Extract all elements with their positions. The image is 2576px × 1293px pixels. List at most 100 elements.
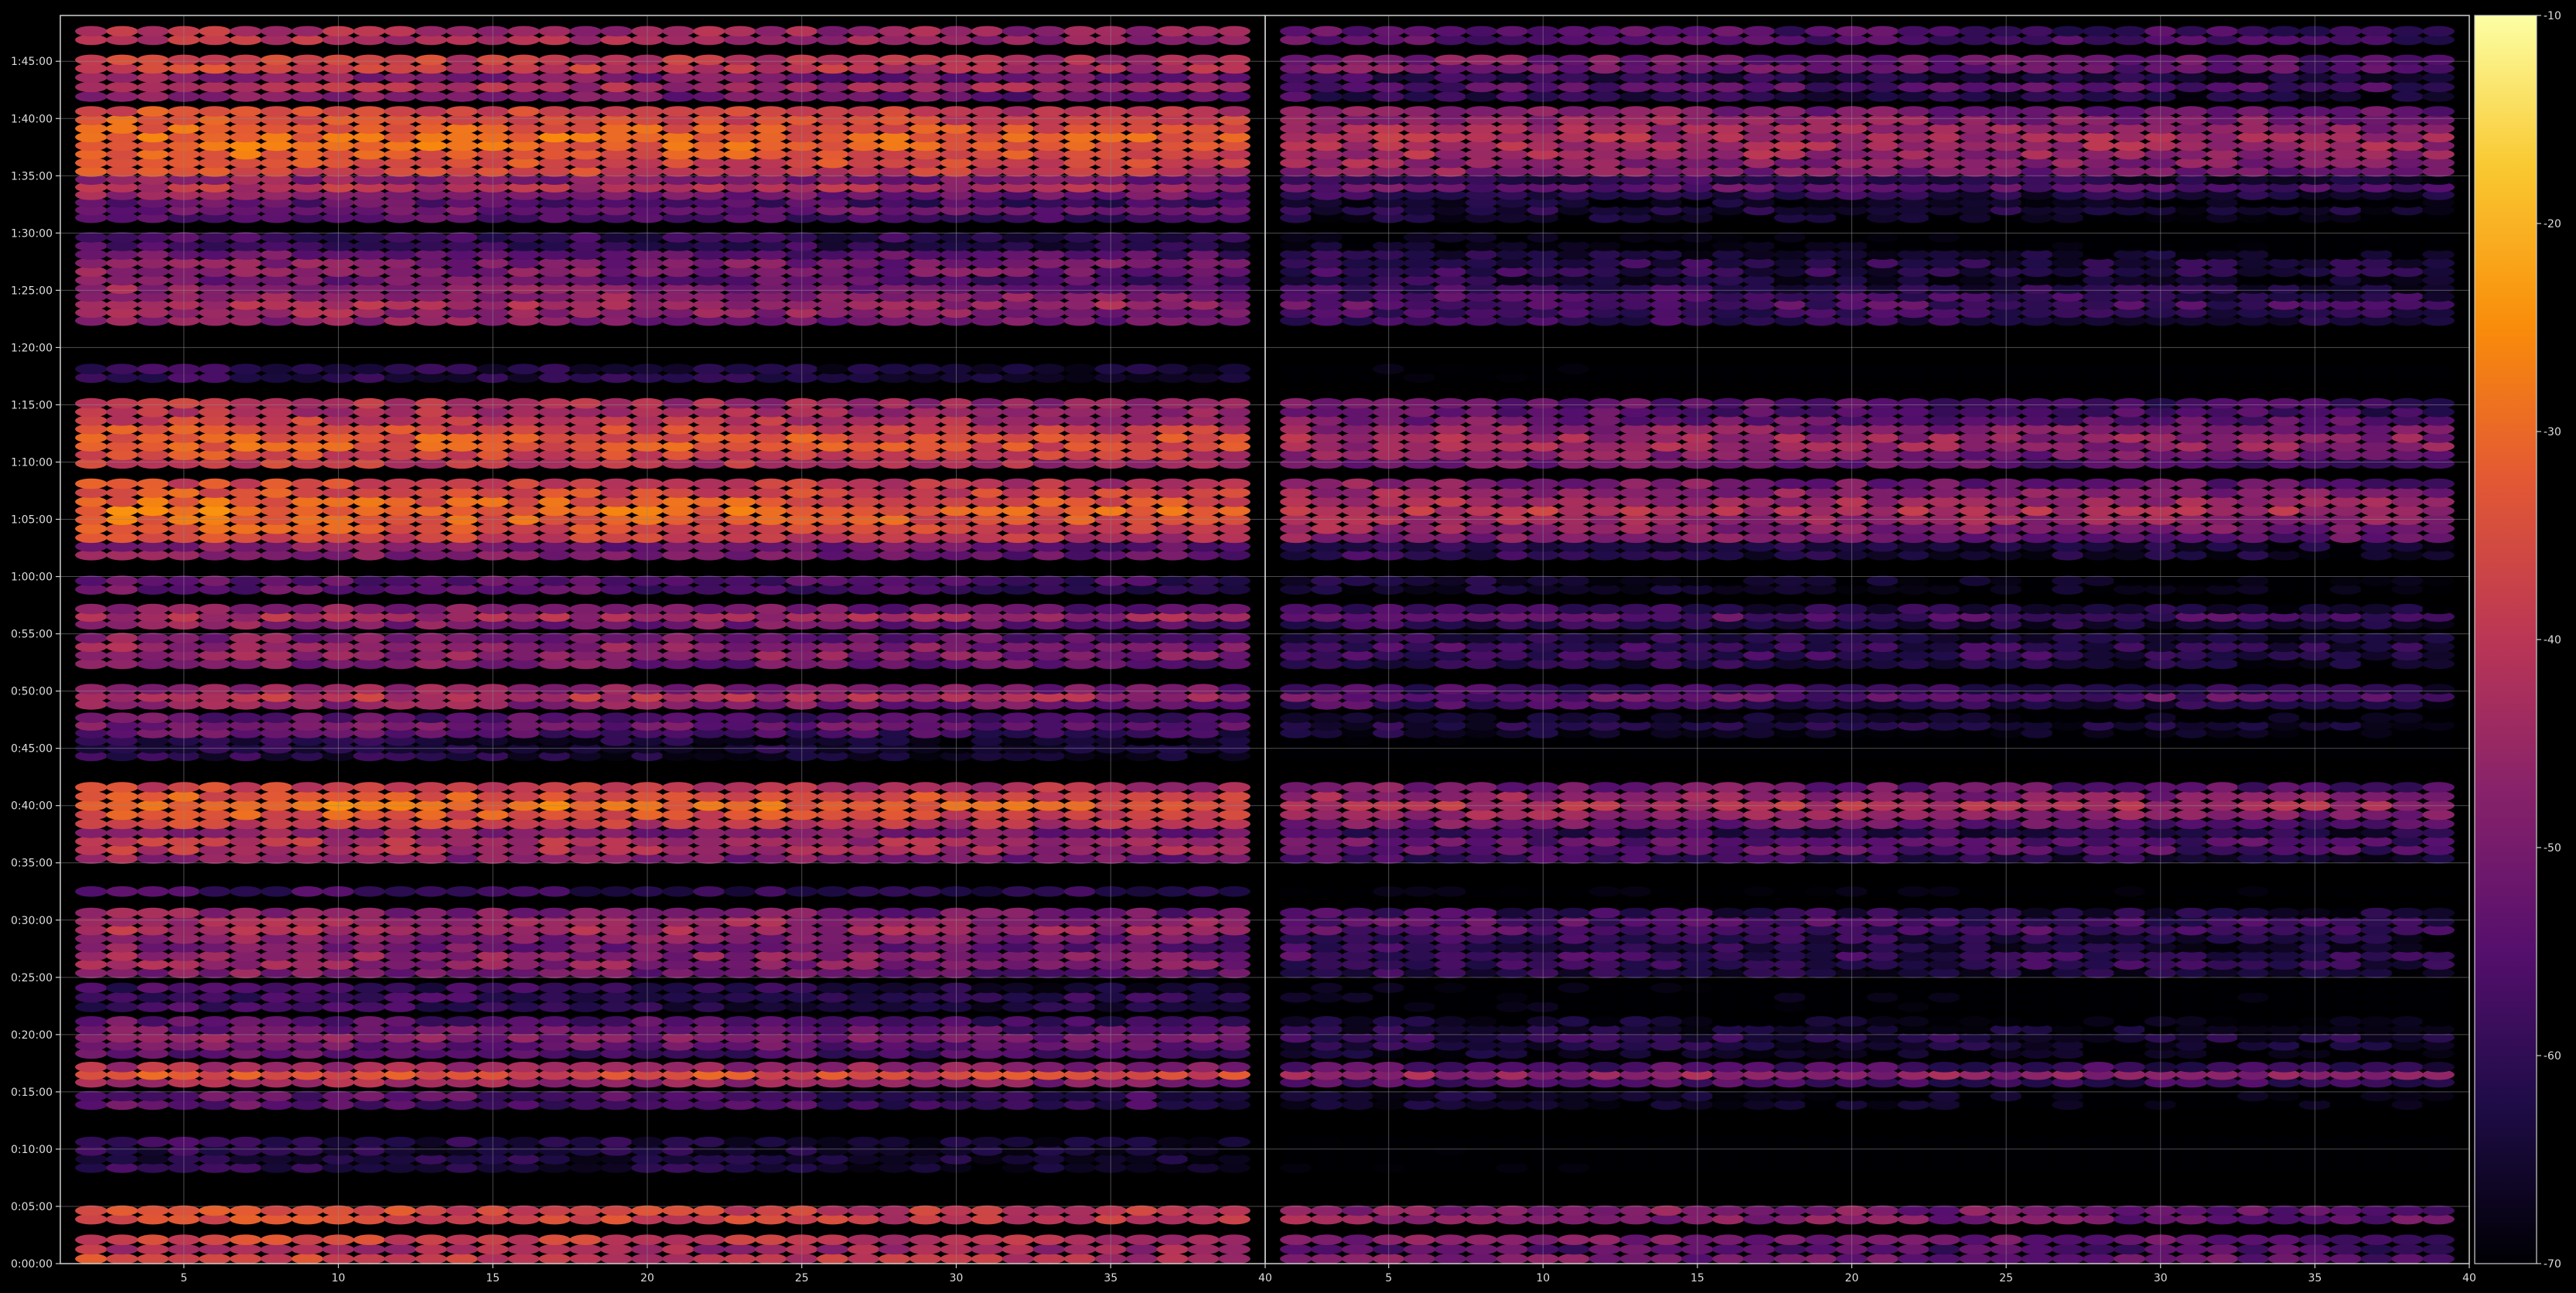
heatmap-cell	[1001, 1244, 1035, 1255]
heatmap-cell	[1125, 1062, 1158, 1073]
heatmap-cell	[569, 791, 602, 802]
heatmap-cell	[1311, 1244, 1343, 1255]
heatmap-cell	[909, 232, 942, 243]
heatmap-cell	[75, 603, 107, 615]
heatmap-cell	[1032, 91, 1066, 102]
heatmap-cell	[415, 791, 448, 802]
heatmap-cell	[1187, 532, 1220, 544]
heatmap-cell	[909, 886, 942, 897]
heatmap-cell	[106, 991, 138, 1003]
heatmap-cell	[291, 1234, 324, 1245]
heatmap-cell	[75, 81, 107, 93]
heatmap-cell	[909, 991, 942, 1003]
heatmap-cell	[1496, 991, 1529, 1003]
heatmap-cell	[909, 496, 942, 507]
heatmap-cell	[724, 363, 756, 375]
heatmap-cell	[229, 982, 262, 994]
heatmap-cell	[847, 1234, 880, 1245]
heatmap-cell	[569, 523, 602, 534]
heatmap-cell	[909, 54, 942, 66]
heatmap-cell	[2391, 982, 2424, 994]
heatmap-cell	[1496, 1001, 1529, 1012]
heatmap-cell	[507, 106, 540, 117]
heatmap-cell	[2175, 991, 2208, 1003]
heatmap-cell	[2021, 1062, 2053, 1073]
heatmap-cell	[971, 575, 1004, 586]
heatmap-cell	[291, 363, 324, 375]
heatmap-cell	[1063, 809, 1097, 820]
heatmap-cell	[229, 603, 262, 615]
heatmap-cell	[1743, 1090, 1776, 1102]
heatmap-cell	[569, 1016, 602, 1027]
heatmap-cell	[1218, 1001, 1250, 1012]
heatmap-cell	[847, 532, 880, 544]
heatmap-cell	[415, 1062, 448, 1073]
heatmap-cell	[816, 26, 849, 37]
heatmap-cell	[909, 1234, 942, 1245]
heatmap-cell	[1032, 106, 1066, 117]
heatmap-cell	[2267, 1001, 2301, 1012]
heatmap-cell	[2083, 982, 2115, 994]
heatmap-cell	[1187, 478, 1220, 490]
heatmap-cell	[1342, 1062, 1374, 1073]
heatmap-cell	[1063, 982, 1097, 994]
heatmap-cell	[198, 1136, 231, 1148]
heatmap-cell	[1218, 1062, 1250, 1073]
heatmap-cell	[106, 575, 138, 586]
heatmap-cell	[1280, 1205, 1312, 1216]
heatmap-cell	[229, 478, 262, 490]
heatmap-cell	[1063, 818, 1097, 830]
heatmap-cell	[2021, 1001, 2053, 1012]
heatmap-cell	[2052, 1062, 2084, 1073]
heatmap-cell	[415, 1254, 448, 1264]
heatmap-cell	[415, 106, 448, 117]
heatmap-cell	[909, 1090, 942, 1102]
heatmap-cell	[353, 232, 386, 243]
heatmap-cell	[291, 72, 324, 83]
heatmap-cell	[693, 487, 725, 498]
heatmap-cell	[1001, 886, 1035, 897]
heatmap-cell	[2206, 1254, 2239, 1264]
heatmap-cell	[755, 397, 787, 409]
heatmap-cell	[1280, 1244, 1312, 1255]
heatmap-cell	[1897, 1234, 1930, 1245]
heatmap-cell	[229, 782, 262, 793]
heatmap-cell	[662, 496, 694, 507]
heatmap-cell	[816, 907, 849, 919]
heatmap-cell	[693, 991, 725, 1003]
heatmap-cell	[1156, 782, 1189, 793]
heatmap-cell	[260, 886, 293, 897]
heatmap-cell	[2391, 1090, 2424, 1102]
heatmap-cell	[1187, 982, 1220, 994]
heatmap-cell	[693, 684, 725, 694]
heatmap-cell	[662, 1234, 694, 1245]
heatmap-cell	[1001, 633, 1035, 643]
heatmap-cell	[1032, 496, 1066, 507]
heatmap-cell	[384, 1254, 417, 1264]
heatmap-cell	[1063, 633, 1097, 643]
heatmap-cell	[816, 684, 849, 694]
heatmap-cell	[106, 514, 138, 525]
heatmap-cell	[1866, 1016, 1899, 1027]
heatmap-cell	[106, 397, 138, 409]
heatmap-cell	[75, 886, 107, 897]
heatmap-cell	[1773, 991, 1807, 1003]
heatmap-cell	[1558, 1001, 1590, 1012]
heatmap-cell	[1928, 1136, 1961, 1148]
heatmap-cell	[2083, 991, 2115, 1003]
heatmap-cell	[106, 982, 138, 994]
heatmap-cell	[445, 514, 479, 525]
heatmap-cell	[1125, 886, 1158, 897]
heatmap-cell	[507, 782, 540, 793]
heatmap-cell	[724, 982, 756, 994]
heatmap-cell	[1032, 505, 1066, 517]
heatmap-cell	[1588, 1062, 1621, 1073]
heatmap-cell	[600, 478, 633, 490]
heatmap-cell	[137, 496, 169, 507]
heatmap-cell	[75, 1001, 107, 1012]
heatmap-cell	[384, 523, 417, 534]
heatmap-cell	[600, 907, 633, 919]
heatmap-cell	[1897, 1090, 1930, 1102]
heatmap-cell	[600, 886, 633, 897]
heatmap-cell	[693, 26, 725, 37]
